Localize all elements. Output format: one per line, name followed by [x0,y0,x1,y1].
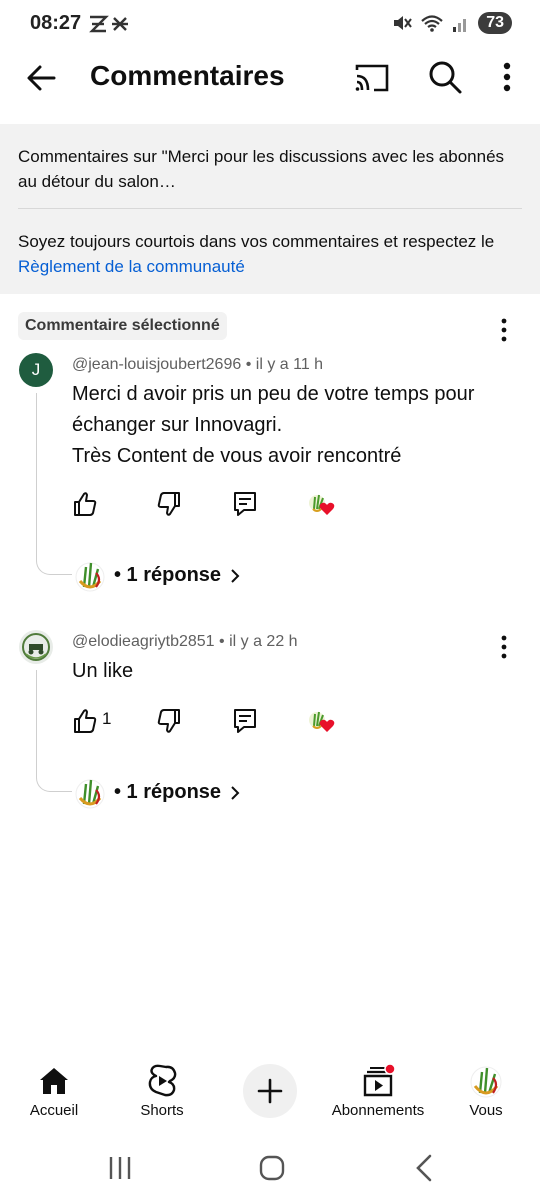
comment-text: Un like [72,656,512,687]
bottom-navigation: Accueil Shorts Abonnements Vous [0,1058,540,1130]
mute-icon [394,16,413,30]
comment-text: Merci d avoir pris un peu de votre temps… [72,379,512,472]
shorts-icon [148,1064,177,1097]
video-context-text: Commentaires sur "Merci pour les discuss… [18,147,505,191]
dislike-icon[interactable] [156,489,182,519]
view-replies-button[interactable]: • 1 réponse [74,776,274,810]
avatar[interactable]: J [19,353,53,387]
replies-count: • 1 réponse [114,781,222,803]
thread-line [36,670,72,792]
comment-actions [72,489,372,519]
comments-info-panel: Commentaires sur "Merci pour les discuss… [0,124,540,294]
home-button-icon[interactable] [257,1153,287,1183]
comment-item: J @jean-louisjoubert2696 • il y a 11 h M… [0,353,540,603]
comment-time: il y a 11 h [255,356,324,373]
comment-time: il y a 22 h [229,633,298,650]
like-icon[interactable] [72,706,98,736]
replies-count: • 1 réponse [114,564,222,586]
comment-more-icon[interactable] [494,315,514,347]
subscriptions-icon [363,1064,395,1097]
profile-icon [470,1066,502,1098]
back-arrow-icon[interactable] [24,60,60,96]
selected-comment-chip: Commentaire sélectionné [18,312,227,340]
status-bar: 08:27 73 [0,0,540,48]
system-navigation-bar [0,1140,540,1200]
comment-meta: @jean-louisjoubert2696 • il y a 11 h [72,356,323,374]
nav-home[interactable]: Accueil [4,1058,104,1130]
divider [18,208,522,209]
creator-avatar-icon [75,779,105,809]
recent-apps-icon[interactable] [106,1154,134,1182]
comment-item: @elodieagriytb2851 • il y a 22 h Un like… [0,630,540,820]
signal-icon [453,19,467,32]
plus-icon [257,1078,283,1104]
comment-actions: 1 [72,706,372,736]
status-time: 08:27 [30,12,82,34]
reply-icon[interactable] [232,489,258,519]
nav-you-label: Vous [469,1102,503,1119]
thread-line [36,393,72,575]
rules-prefix: Soyez toujours courtois dans vos comment… [18,232,495,251]
battery-level: 73 [486,14,504,31]
creator-heart-icon [309,494,335,515]
chevron-right-icon [231,786,240,800]
nav-shorts-label: Shorts [140,1102,184,1119]
channel-logo-icon [22,633,50,661]
meta-separator: • [219,633,225,650]
chevron-right-icon [231,569,240,583]
avatar[interactable] [19,630,53,664]
cast-icon[interactable] [352,60,392,96]
nav-home-label: Accueil [29,1102,79,1119]
creator-heart-icon [309,711,335,732]
comment-author[interactable]: @elodieagriytb2851 [72,633,215,650]
like-icon[interactable] [72,489,98,519]
more-options-icon[interactable] [492,58,522,96]
dislike-icon[interactable] [156,706,182,736]
creator-avatar-icon [75,562,105,592]
app-bar: Commentaires [0,48,540,108]
comment-line: Un like [72,660,134,682]
comment-line: échanger sur Innovagri. [72,414,283,436]
battery-badge: 73 [478,12,512,34]
create-button[interactable] [243,1064,297,1118]
like-count: 1 [102,709,112,728]
nav-subscriptions-label: Abonnements [331,1102,425,1119]
view-replies-button[interactable]: • 1 réponse [74,559,274,593]
notification-icons [89,15,128,33]
meta-separator: • [245,356,252,373]
nav-shorts[interactable]: Shorts [112,1058,212,1130]
system-back-icon[interactable] [410,1152,438,1184]
comment-meta: @elodieagriytb2851 • il y a 22 h [72,633,298,651]
comment-line: Merci d avoir pris un peu de votre temps… [72,383,475,405]
wifi-icon [421,15,443,32]
search-icon[interactable] [426,58,464,96]
nav-you[interactable]: Vous [436,1058,536,1130]
comment-line: Très Content de vous avoir rencontré [72,445,402,467]
home-icon [40,1068,68,1094]
nav-subscriptions[interactable]: Abonnements [328,1058,428,1130]
page-title: Commentaires [90,60,285,91]
community-guidelines-link[interactable]: Règlement de la communauté [18,257,245,276]
community-rules-text: Soyez toujours courtois dans vos comment… [18,229,528,279]
status-right: 73 [392,12,512,34]
reply-icon[interactable] [232,706,258,736]
comment-author[interactable]: @jean-louisjoubert2696 [72,356,241,373]
